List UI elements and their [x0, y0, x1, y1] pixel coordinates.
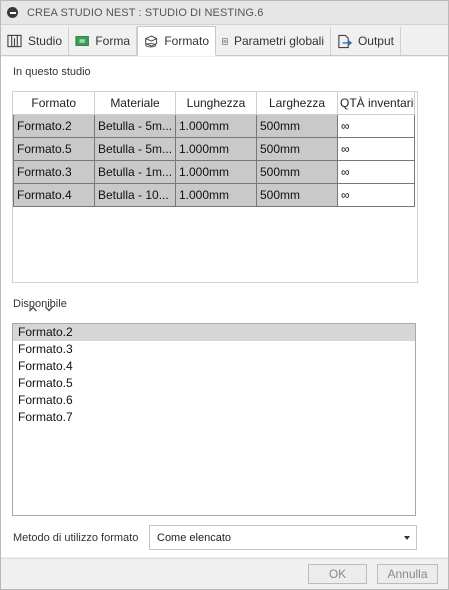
table-row[interactable]: Formato.3 Betulla - 1m... 1.000mm 500mm … [13, 160, 415, 184]
list-item[interactable]: Formato.3 [13, 341, 415, 358]
tab-studio-label: Studio [27, 34, 62, 48]
tab-forma-label: Forma [95, 34, 130, 48]
in-study-table: Formato Materiale Lunghezza Larghezza QT… [12, 91, 418, 312]
list-item[interactable]: Formato.5 [13, 375, 415, 392]
cell-formato: Formato.2 [13, 113, 95, 138]
cell-qta-inventario[interactable]: ∞ [337, 160, 415, 184]
list-item[interactable]: Formato.4 [13, 358, 415, 375]
table-row[interactable]: Formato.4 Betulla - 10... 1.000mm 500mm … [13, 183, 415, 207]
method-select-value: Come elencato [157, 531, 231, 544]
cancel-button[interactable]: Annulla [377, 564, 438, 584]
table-row[interactable]: Formato.5 Betulla - 5m... 1.000mm 500mm … [13, 137, 415, 161]
cell-materiale[interactable]: Betulla - 5m... [94, 113, 176, 138]
collapse-icon[interactable] [7, 7, 18, 18]
cell-materiale[interactable]: Betulla - 10... [94, 183, 176, 207]
cell-larghezza: 500mm [256, 137, 338, 161]
tab-output[interactable]: Output [331, 27, 401, 55]
cell-lunghezza: 1.000mm [175, 113, 257, 138]
in-study-label: In questo studio [13, 66, 91, 78]
tab-formato[interactable]: Formato [137, 26, 216, 56]
formato-icon [145, 34, 158, 47]
cell-qta-inventario[interactable]: ∞ [337, 113, 415, 138]
cell-materiale[interactable]: Betulla - 1m... [94, 160, 176, 184]
cell-materiale[interactable]: Betulla - 5m... [94, 137, 176, 161]
cell-formato: Formato.5 [13, 137, 95, 161]
output-icon [338, 34, 352, 48]
available-label: Disponibile [13, 298, 67, 310]
title-bar: CREA STUDIO NEST : STUDIO DI NESTING.6 [1, 1, 448, 25]
method-label: Metodo di utilizzo formato [13, 532, 139, 544]
cell-formato: Formato.4 [13, 183, 95, 207]
cell-lunghezza: 1.000mm [175, 137, 257, 161]
dialog: CREA STUDIO NEST : STUDIO DI NESTING.6 S… [0, 0, 449, 590]
column-header-larghezza[interactable]: Larghezza [256, 92, 338, 115]
cell-larghezza: 500mm [256, 160, 338, 184]
list-item[interactable]: Formato.6 [13, 392, 415, 409]
parametri-icon [222, 37, 228, 45]
tab-parametri-globali-label: Parametri globali [233, 34, 324, 48]
table-header: Formato Materiale Lunghezza Larghezza QT… [13, 92, 415, 115]
cell-lunghezza: 1.000mm [175, 160, 257, 184]
list-item[interactable]: Formato.2 [13, 324, 415, 341]
tab-output-label: Output [357, 34, 394, 48]
dialog-footer: OK Annulla [1, 558, 448, 589]
studio-icon [7, 34, 22, 48]
tab-formato-label: Formato [164, 34, 209, 48]
tab-parametri-globali[interactable]: Parametri globali [216, 27, 331, 55]
available-list: Formato.2 Formato.3 Formato.4 Formato.5 … [12, 323, 416, 516]
tab-forma[interactable]: Forma [69, 27, 137, 55]
cell-formato: Formato.3 [13, 160, 95, 184]
column-header-materiale[interactable]: Materiale [94, 92, 176, 115]
ok-button[interactable]: OK [308, 564, 367, 584]
formato-panel: In questo studio Formato Materiale Lungh… [1, 57, 448, 557]
forma-icon [75, 36, 89, 46]
tab-studio[interactable]: Studio [1, 27, 69, 55]
method-select[interactable]: Come elencato [149, 525, 417, 550]
cell-larghezza: 500mm [256, 183, 338, 207]
column-header-qta-inventario[interactable]: QTÀ inventario [337, 92, 415, 115]
cell-larghezza: 500mm [256, 113, 338, 138]
table-row[interactable]: Formato.2 Betulla - 5m... 1.000mm 500mm … [13, 113, 415, 138]
cell-qta-inventario[interactable]: ∞ [337, 137, 415, 161]
tab-bar: Studio Forma Formato Parametri globali O… [1, 26, 448, 56]
column-header-lunghezza[interactable]: Lunghezza [175, 92, 257, 115]
cell-qta-inventario[interactable]: ∞ [337, 183, 415, 207]
window-title: CREA STUDIO NEST : STUDIO DI NESTING.6 [27, 6, 264, 19]
column-header-formato[interactable]: Formato [13, 92, 95, 115]
chevron-down-icon [404, 536, 410, 540]
cell-lunghezza: 1.000mm [175, 183, 257, 207]
method-row: Metodo di utilizzo formato Come elencato [1, 523, 448, 553]
list-item[interactable]: Formato.7 [13, 409, 415, 426]
